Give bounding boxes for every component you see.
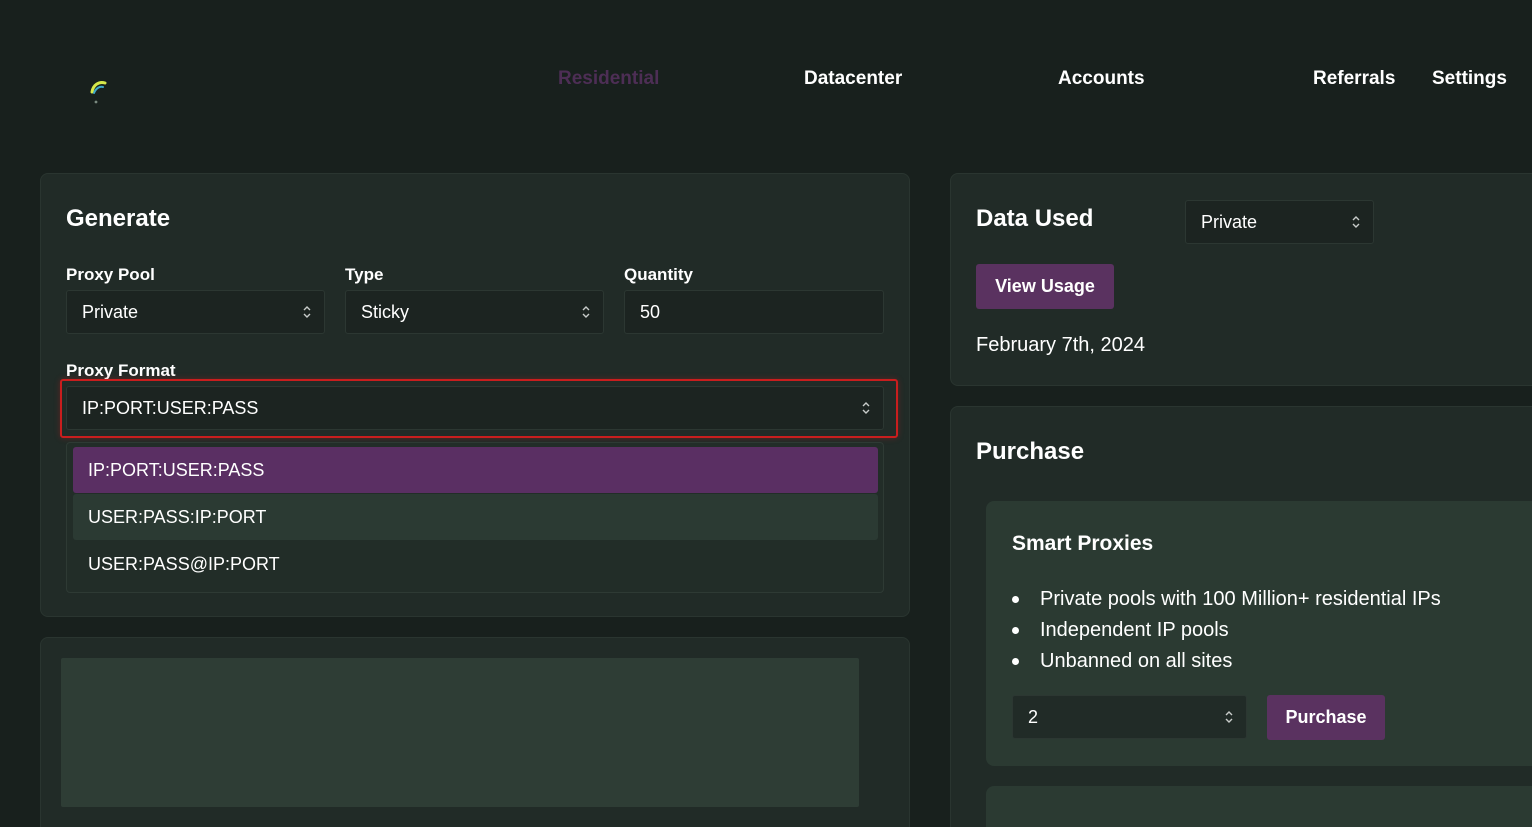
dropdown-option-user-pass-at-ip-port[interactable]: USER:PASS@IP:PORT (73, 541, 878, 587)
usage-date: February 7th, 2024 (976, 334, 1145, 356)
nav-residential[interactable]: Residential (558, 68, 659, 90)
feature-list: Private pools with 100 Million+ resident… (1012, 586, 1441, 679)
proxy-format-value: IP:PORT:USER:PASS (82, 397, 259, 418)
type-select[interactable]: Sticky (345, 290, 604, 334)
type-label: Type (345, 265, 384, 284)
data-used-pool-select[interactable]: Private (1185, 200, 1374, 244)
data-used-pool-value: Private (1201, 211, 1258, 232)
purchase-button[interactable]: Purchase (1267, 695, 1385, 740)
logo-icon[interactable] (88, 78, 110, 106)
feature-item: Private pools with 100 Million+ resident… (1012, 586, 1441, 617)
feature-item: Independent IP pools (1012, 617, 1441, 648)
generate-title: Generate (66, 205, 171, 232)
chevron-updown-icon (303, 306, 311, 318)
nav-datacenter[interactable]: Datacenter (804, 68, 902, 90)
proxy-format-select[interactable]: IP:PORT:USER:PASS (66, 386, 884, 430)
quantity-value: 50 (640, 301, 661, 322)
chevron-updown-icon (582, 306, 590, 318)
dropdown-option-user-pass-ip-port[interactable]: USER:PASS:IP:PORT (73, 494, 878, 540)
proxy-pool-label: Proxy Pool (66, 265, 155, 284)
nav-settings[interactable]: Settings (1432, 68, 1507, 90)
smart-proxies-title: Smart Proxies (1012, 532, 1154, 555)
quantity-label: Quantity (624, 265, 693, 284)
chevron-updown-icon (862, 402, 870, 414)
data-used-title: Data Used (976, 205, 1094, 232)
feature-item: Unbanned on all sites (1012, 648, 1441, 679)
chevron-updown-icon (1225, 711, 1233, 723)
purchase-quantity-select[interactable]: 2 (1012, 695, 1247, 739)
nav-accounts[interactable]: Accounts (1058, 68, 1145, 90)
chevron-updown-icon (1352, 216, 1360, 228)
nav-referrals[interactable]: Referrals (1313, 68, 1395, 90)
purchase-quantity-value: 2 (1028, 706, 1039, 727)
quantity-input[interactable]: 50 (624, 290, 884, 334)
next-product-card (986, 786, 1532, 827)
proxy-format-label: Proxy Format (66, 361, 176, 380)
purchase-title: Purchase (976, 438, 1085, 465)
view-usage-button[interactable]: View Usage (976, 264, 1114, 309)
output-textarea[interactable] (61, 658, 859, 807)
proxy-format-dropdown: IP:PORT:USER:PASS USER:PASS:IP:PORT USER… (66, 442, 884, 593)
type-value: Sticky (361, 301, 410, 322)
proxy-pool-value: Private (82, 301, 139, 322)
dropdown-option-ip-port-user-pass[interactable]: IP:PORT:USER:PASS (73, 447, 878, 493)
proxy-pool-select[interactable]: Private (66, 290, 325, 334)
